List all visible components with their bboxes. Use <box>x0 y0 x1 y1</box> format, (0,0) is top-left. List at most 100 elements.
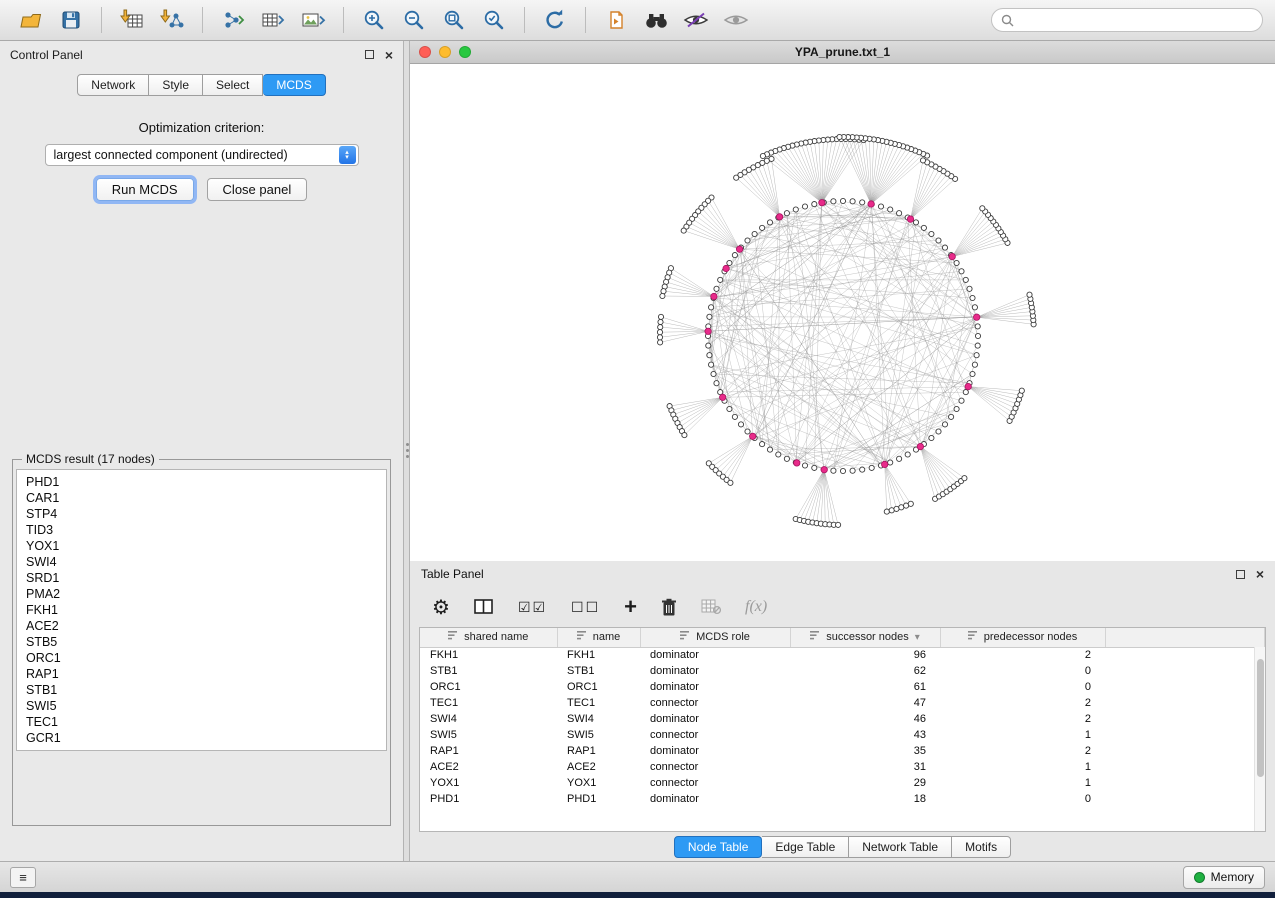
hide-selected-button[interactable] <box>677 4 715 36</box>
result-item[interactable]: STP4 <box>26 506 377 522</box>
column-header-MCDS-role[interactable]: MCDS role <box>640 628 790 647</box>
float-panel-icon[interactable] <box>365 50 374 59</box>
zoom-fit-button[interactable] <box>435 4 473 36</box>
result-item[interactable]: PMA2 <box>26 586 377 602</box>
optimization-dropdown[interactable]: largest connected component (undirected)… <box>45 144 359 166</box>
column-header-name[interactable]: name <box>557 628 640 647</box>
tab-mcds[interactable]: MCDS <box>263 74 325 96</box>
column-header-successor-nodes[interactable]: successor nodes▾ <box>790 628 940 647</box>
result-item[interactable]: RAP1 <box>26 666 377 682</box>
table-row[interactable]: STB1STB1dominator620 <box>420 663 1265 679</box>
tab-select[interactable]: Select <box>203 74 263 96</box>
columns-icon[interactable] <box>474 599 494 615</box>
select-all-icon[interactable]: ☑☑ <box>518 599 547 616</box>
export-network-button[interactable] <box>214 4 252 36</box>
table-row[interactable]: YOX1YOX1connector291 <box>420 775 1265 791</box>
name-cell: TEC1 <box>557 695 640 711</box>
zoom-selected-button[interactable] <box>475 4 513 36</box>
minimize-window-icon[interactable] <box>439 46 451 58</box>
maximize-window-icon[interactable] <box>459 46 471 58</box>
search-box[interactable] <box>991 8 1263 32</box>
result-item[interactable]: STB1 <box>26 682 377 698</box>
successor-nodes-cell: 43 <box>790 727 940 743</box>
predecessor-nodes-cell: 2 <box>940 743 1105 759</box>
result-item[interactable]: TEC1 <box>26 714 377 730</box>
filler-cell <box>1105 759 1265 775</box>
shared-name-cell: ORC1 <box>420 679 557 695</box>
name-cell: ORC1 <box>557 679 640 695</box>
result-item[interactable]: FKH1 <box>26 602 377 618</box>
import-table-button[interactable] <box>113 4 151 36</box>
memory-button[interactable]: Memory <box>1183 866 1265 889</box>
table-panel: Table Panel × ⚙ ☑☑ ☐☐ + f(x) <box>410 561 1275 861</box>
table-tab-edge-table[interactable]: Edge Table <box>762 836 849 858</box>
node-table-header-row: shared namenameMCDS rolesuccessor nodes▾… <box>420 628 1265 647</box>
table-tab-motifs[interactable]: Motifs <box>952 836 1011 858</box>
menu-button[interactable]: ≡ <box>10 867 36 888</box>
float-table-panel-icon[interactable] <box>1236 570 1245 579</box>
result-item[interactable]: ORC1 <box>26 650 377 666</box>
table-tab-node-table[interactable]: Node Table <box>674 836 763 858</box>
table-tabs: Node TableEdge TableNetwork TableMotifs <box>410 832 1275 861</box>
network-canvas[interactable] <box>410 64 1275 561</box>
export-image-button[interactable] <box>294 4 332 36</box>
name-cell: STB1 <box>557 663 640 679</box>
result-item[interactable]: SWI5 <box>26 698 377 714</box>
result-item[interactable]: YOX1 <box>26 538 377 554</box>
result-item[interactable]: STB5 <box>26 634 377 650</box>
table-row[interactable]: ACE2ACE2connector311 <box>420 759 1265 775</box>
clone-network-button[interactable] <box>597 4 635 36</box>
table-row[interactable]: TEC1TEC1connector472 <box>420 695 1265 711</box>
name-cell: PHD1 <box>557 791 640 807</box>
gear-icon[interactable]: ⚙ <box>432 595 450 620</box>
close-panel-icon[interactable]: × <box>385 48 393 62</box>
zoom-in-button[interactable] <box>355 4 393 36</box>
right-area: YPA_prune.txt_1 Table Panel × ⚙ <box>410 41 1275 861</box>
result-item[interactable]: SRD1 <box>26 570 377 586</box>
deselect-all-icon[interactable]: ☐☐ <box>571 599 600 616</box>
table-row[interactable]: RAP1RAP1dominator352 <box>420 743 1265 759</box>
close-panel-button[interactable]: Close panel <box>207 178 308 201</box>
toolbar-separator <box>524 7 525 33</box>
table-tab-network-table[interactable]: Network Table <box>849 836 952 858</box>
trash-icon[interactable] <box>661 598 677 617</box>
network-graph[interactable] <box>410 64 1274 561</box>
result-item[interactable]: GCR1 <box>26 730 377 746</box>
table-row[interactable]: SWI4SWI4dominator462 <box>420 711 1265 727</box>
column-header-shared-name[interactable]: shared name <box>420 628 557 647</box>
search-network-button[interactable] <box>637 4 675 36</box>
result-item[interactable]: PHD1 <box>26 474 377 490</box>
refresh-button[interactable] <box>536 4 574 36</box>
panel-divider[interactable] <box>403 41 410 861</box>
result-item[interactable]: SWI4 <box>26 554 377 570</box>
filler-cell <box>1105 743 1265 759</box>
result-item[interactable]: ACE2 <box>26 618 377 634</box>
save-button[interactable] <box>52 4 90 36</box>
search-input[interactable] <box>1020 13 1253 27</box>
show-all-button[interactable] <box>717 4 755 36</box>
zoom-out-button[interactable] <box>395 4 433 36</box>
table-row[interactable]: FKH1FKH1dominator962 <box>420 647 1265 663</box>
result-item[interactable]: TID3 <box>26 522 377 538</box>
table-row[interactable]: SWI5SWI5connector431 <box>420 727 1265 743</box>
run-mcds-button[interactable]: Run MCDS <box>96 178 194 201</box>
open-folder-button[interactable] <box>12 4 50 36</box>
add-column-icon[interactable]: + <box>624 594 637 620</box>
scrollbar-thumb[interactable] <box>1257 659 1264 777</box>
column-header-predecessor-nodes[interactable]: predecessor nodes <box>940 628 1105 647</box>
export-table-button[interactable] <box>254 4 292 36</box>
memory-status-dot <box>1194 872 1205 883</box>
tab-style[interactable]: Style <box>149 74 203 96</box>
table-row[interactable]: PHD1PHD1dominator180 <box>420 791 1265 807</box>
shared-name-cell: SWI5 <box>420 727 557 743</box>
shared-name-cell: SWI4 <box>420 711 557 727</box>
import-network-button[interactable] <box>153 4 191 36</box>
result-item[interactable]: CAR1 <box>26 490 377 506</box>
close-window-icon[interactable] <box>419 46 431 58</box>
tab-network[interactable]: Network <box>77 74 149 96</box>
mcds-result-list[interactable]: PHD1CAR1STP4TID3YOX1SWI4SRD1PMA2FKH1ACE2… <box>16 469 387 751</box>
table-scrollbar[interactable] <box>1254 647 1265 831</box>
close-table-panel-icon[interactable]: × <box>1256 567 1264 581</box>
table-row[interactable]: ORC1ORC1dominator610 <box>420 679 1265 695</box>
network-window-titlebar[interactable]: YPA_prune.txt_1 <box>410 41 1275 64</box>
